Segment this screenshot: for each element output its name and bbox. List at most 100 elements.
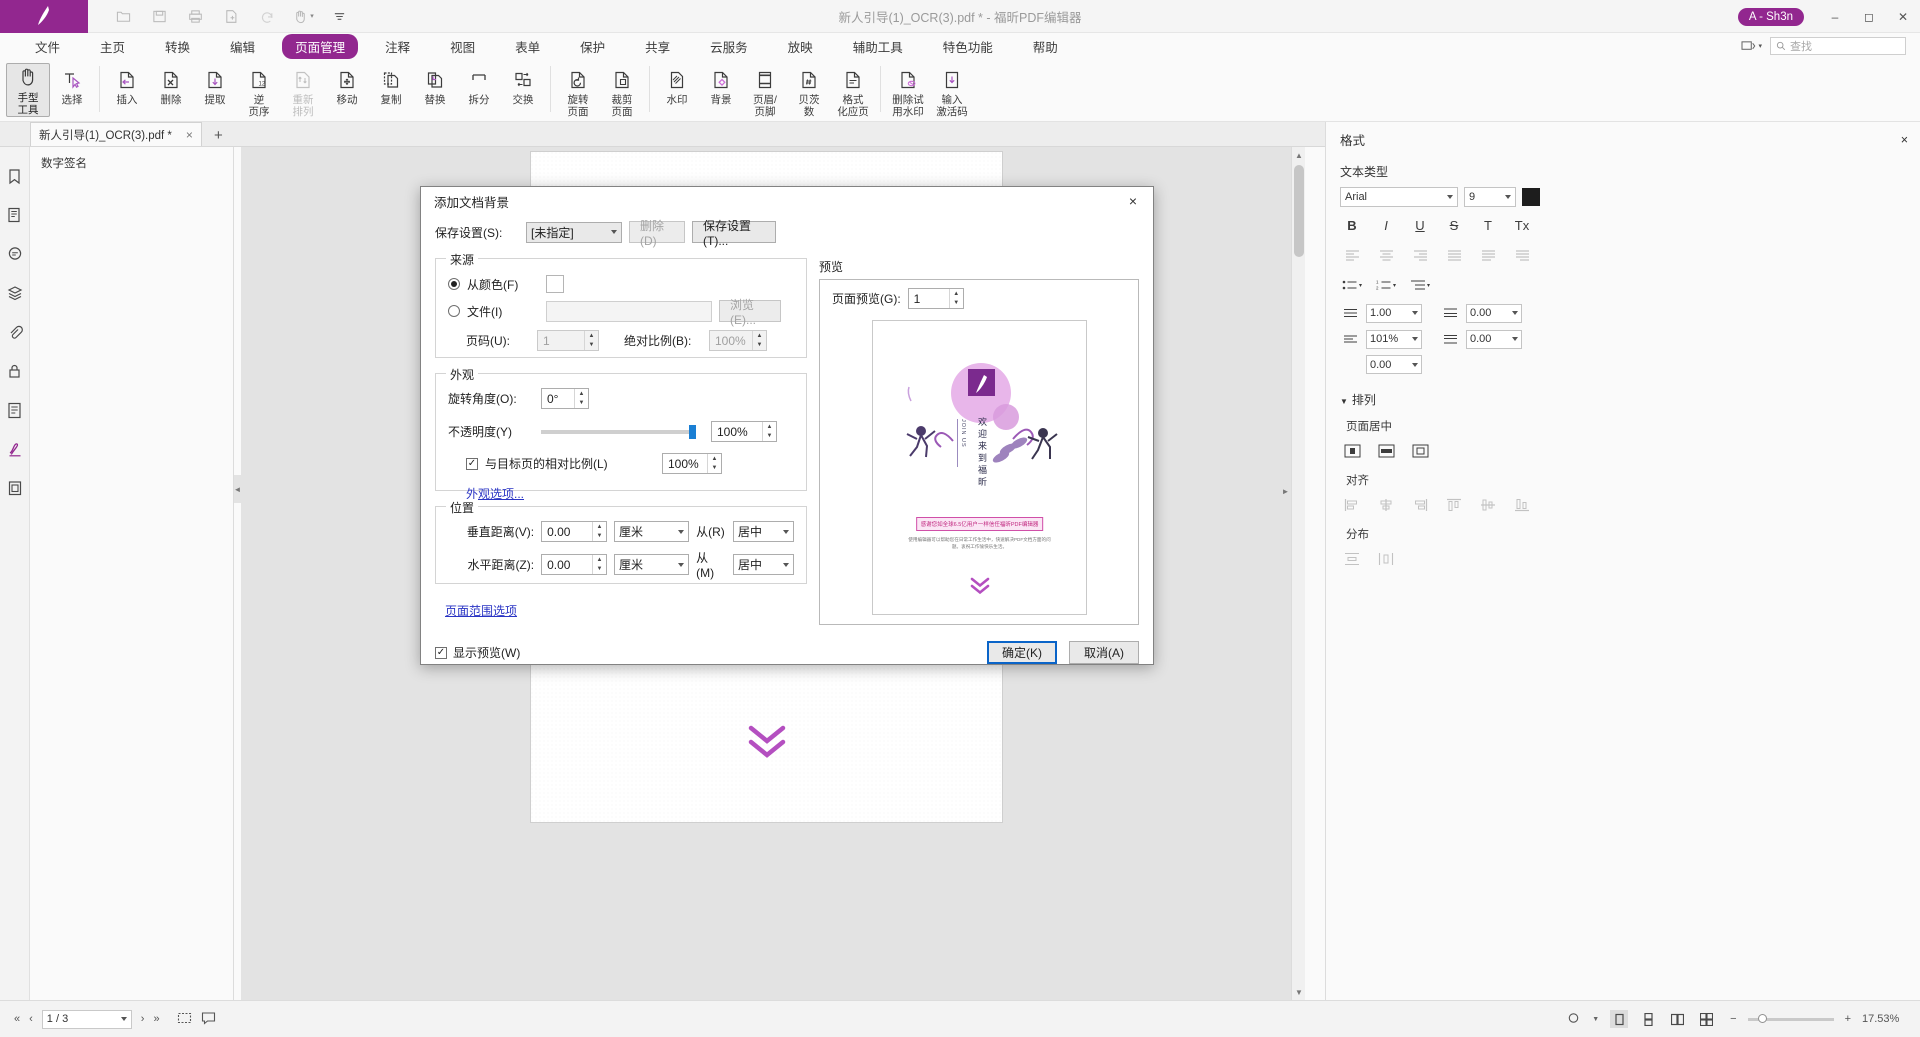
ribbon-bates-number[interactable]: 贝茨 数 <box>787 63 831 118</box>
font-color-swatch[interactable] <box>1522 188 1540 206</box>
save-settings-select[interactable]: [未指定] <box>526 222 622 243</box>
spinner-up[interactable]: ▲ <box>950 289 963 299</box>
zoom-out-button[interactable]: − <box>1730 1013 1736 1025</box>
char-scale-input[interactable]: 101% <box>1366 330 1422 349</box>
menu-item-accessibility[interactable]: 辅助工具 <box>840 34 916 59</box>
font-family-select[interactable]: Arial <box>1340 187 1458 207</box>
chevron-down-icon[interactable]: ▼ <box>1592 1016 1599 1023</box>
vertical-from-select[interactable]: 居中 <box>733 521 794 542</box>
ribbon-crop-pages[interactable]: 裁剪 页面 <box>600 63 644 118</box>
menu-item-features[interactable]: 特色功能 <box>930 34 1006 59</box>
new-tab-button[interactable]: + <box>214 127 223 146</box>
align-left-icon[interactable] <box>1342 245 1362 265</box>
align-obj-left-icon[interactable] <box>1342 495 1362 515</box>
spinner-buttons[interactable]: ▲▼ <box>592 555 606 574</box>
space-after-input[interactable]: 0.00 <box>1466 330 1522 349</box>
align-right-icon[interactable] <box>1410 245 1430 265</box>
spinner-down[interactable]: ▼ <box>575 399 588 409</box>
create-pdf-icon[interactable] <box>218 3 244 29</box>
continuous-icon[interactable] <box>1639 1010 1657 1028</box>
pages-thumbnail-icon[interactable] <box>4 204 26 226</box>
close-icon[interactable]: × <box>1121 190 1145 212</box>
comments-icon[interactable] <box>4 243 26 265</box>
open-icon[interactable] <box>110 3 136 29</box>
close-icon[interactable]: × <box>186 128 193 142</box>
view-settings-icon[interactable] <box>1567 1011 1581 1028</box>
menu-item-edit[interactable]: 编辑 <box>217 34 268 59</box>
spinner-buttons[interactable]: ▲▼ <box>949 289 963 308</box>
center-vertical-icon[interactable] <box>1342 441 1362 461</box>
minimize-icon[interactable]: – <box>1818 0 1852 33</box>
spinner-buttons[interactable]: ▲▼ <box>762 422 776 441</box>
comment-icon[interactable] <box>201 1011 216 1028</box>
ribbon-select-tool[interactable]: 选择 <box>50 63 94 117</box>
vertical-unit-select[interactable]: 厘米 <box>614 521 689 542</box>
menu-item-protect[interactable]: 保护 <box>567 34 618 59</box>
align-obj-right-icon[interactable] <box>1410 495 1430 515</box>
maximize-icon[interactable]: ◻ <box>1852 0 1886 33</box>
zoom-in-button[interactable]: + <box>1845 1013 1851 1025</box>
tell-me-icon[interactable]: ▾ <box>1741 40 1762 53</box>
zoom-level-label[interactable]: 17.53% <box>1862 1013 1906 1025</box>
strikethrough-button[interactable]: S <box>1444 215 1464 235</box>
underline-button[interactable]: U <box>1410 215 1430 235</box>
zoom-slider[interactable] <box>1748 1018 1834 1021</box>
scrollbar-thumb[interactable] <box>1294 165 1304 257</box>
bold-button[interactable]: B <box>1342 215 1362 235</box>
save-settings-button[interactable]: 保存设置(T)... <box>692 221 776 243</box>
hand-tool-icon[interactable]: ▾ <box>290 3 316 29</box>
layers-icon[interactable] <box>4 282 26 304</box>
facing-continuous-icon[interactable] <box>1697 1010 1715 1028</box>
spinner-down[interactable]: ▼ <box>593 532 606 542</box>
last-page-button[interactable]: » <box>153 1013 159 1025</box>
undo-icon[interactable] <box>254 3 280 29</box>
background-color-swatch[interactable] <box>546 275 564 293</box>
document-scrollbar[interactable]: ▲ ▼ <box>1291 147 1305 1000</box>
fields-icon[interactable] <box>4 399 26 421</box>
security-icon[interactable] <box>4 360 26 382</box>
horizontal-distance-input[interactable]: 0.00 ▲▼ <box>541 554 607 575</box>
spinner-down[interactable]: ▼ <box>593 565 606 575</box>
subscript-button[interactable]: Tx <box>1512 215 1532 235</box>
spinner-up[interactable]: ▲ <box>593 555 606 565</box>
stamp-icon[interactable] <box>4 477 26 499</box>
spinner-down[interactable]: ▼ <box>950 299 963 309</box>
horizontal-from-select[interactable]: 居中 <box>733 554 794 575</box>
ribbon-delete-pages[interactable]: 删除 <box>149 63 193 117</box>
align-obj-hcenter-icon[interactable] <box>1376 495 1396 515</box>
ribbon-enter-activation-code[interactable]: 输入 激活码 <box>930 63 974 118</box>
spinner-up[interactable]: ▲ <box>708 454 721 464</box>
relative-scale-checkbox[interactable]: ✓ <box>466 458 478 470</box>
align-obj-vcenter-icon[interactable] <box>1478 495 1498 515</box>
ribbon-background[interactable]: 背景 <box>699 63 743 117</box>
search-input[interactable]: 查找 <box>1770 37 1906 55</box>
chevron-down-icon[interactable]: ▼ <box>1340 397 1348 406</box>
italic-button[interactable]: I <box>1376 215 1396 235</box>
rotation-input[interactable]: 0° ▲▼ <box>541 388 589 409</box>
horizontal-unit-select[interactable]: 厘米 <box>614 554 689 575</box>
signature-icon[interactable] <box>4 438 26 460</box>
spinner-up[interactable]: ▲ <box>575 389 588 399</box>
ribbon-move-pages[interactable]: 移动 <box>325 63 369 117</box>
from-file-radio[interactable] <box>448 305 460 317</box>
scroll-down-arrow[interactable]: ▼ <box>1292 984 1305 1000</box>
scroll-up-arrow[interactable]: ▲ <box>1292 147 1305 163</box>
align-distribute-icon[interactable] <box>1478 245 1498 265</box>
save-icon[interactable] <box>146 3 172 29</box>
align-last-icon[interactable] <box>1512 245 1532 265</box>
menu-item-file[interactable]: 文件 <box>22 34 73 59</box>
single-page-icon[interactable] <box>1610 1010 1628 1028</box>
ribbon-rotate-pages[interactable]: 旋转 页面 <box>556 63 600 118</box>
distribute-horizontal-icon[interactable] <box>1376 549 1396 569</box>
ok-button[interactable]: 确定(K) <box>987 641 1057 664</box>
center-horizontal-icon[interactable] <box>1376 441 1396 461</box>
cancel-button[interactable]: 取消(A) <box>1069 641 1139 664</box>
ribbon-extract-pages[interactable]: 提取 <box>193 63 237 117</box>
align-center-icon[interactable] <box>1376 245 1396 265</box>
customize-qat-icon[interactable] <box>326 3 352 29</box>
align-justify-icon[interactable] <box>1444 245 1464 265</box>
first-page-button[interactable]: « <box>14 1013 20 1025</box>
menu-item-help[interactable]: 帮助 <box>1020 34 1071 59</box>
ribbon-insert-pages[interactable]: 插入 <box>105 63 149 117</box>
spinner-up[interactable]: ▲ <box>763 422 776 432</box>
